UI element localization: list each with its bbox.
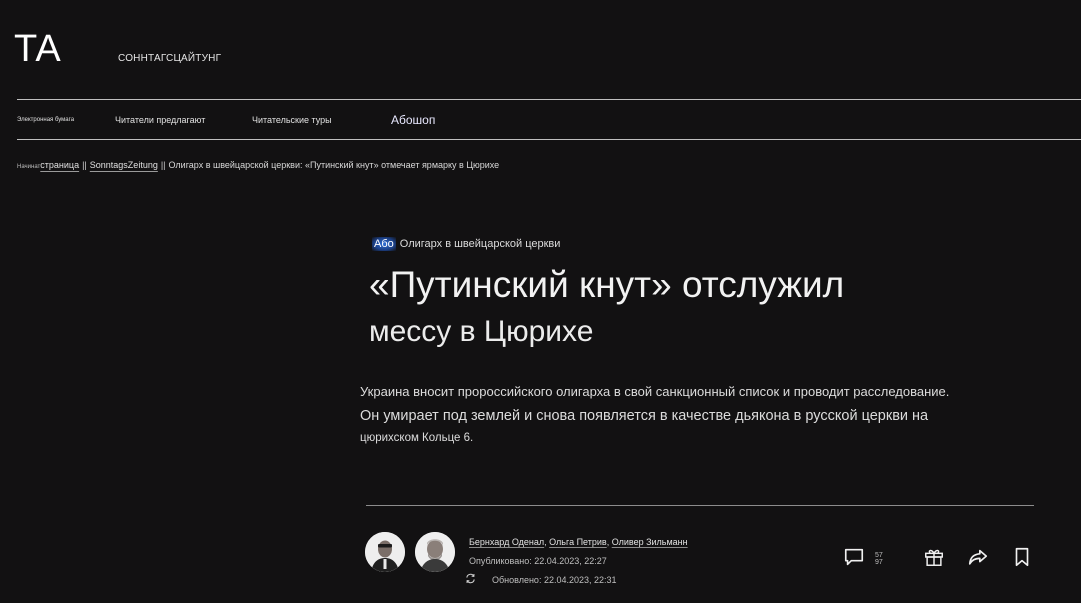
author-link[interactable]: Оливер Зильманн <box>612 537 688 547</box>
article-lead: Украина вносит пророссийского олигарха в… <box>360 384 1020 444</box>
updated-date: Обновлено: 22.04.2023, 22:31 <box>492 575 617 585</box>
comments-button[interactable]: 57 97 <box>843 546 883 572</box>
site-logo[interactable]: TA <box>14 30 62 68</box>
article-headline: «Путинский кнут» отслужил <box>369 264 845 305</box>
page: TA СОННТАГСЦАЙТУНГ Электронная бумага Чи… <box>0 0 1081 603</box>
lead-line: цюрихском Кольце 6. <box>360 432 474 444</box>
divider <box>17 139 1081 140</box>
gift-icon <box>923 546 945 573</box>
share-icon <box>967 546 989 573</box>
comment-count: 57 97 <box>875 552 883 566</box>
breadcrumb-start: Начинат <box>17 164 41 170</box>
article-headline-line2: мессу в Цюрихе <box>369 315 594 348</box>
author-avatar[interactable] <box>415 532 455 572</box>
refresh-icon <box>465 573 476 587</box>
published-date: Опубликовано: 22.04.2023, 22:27 <box>469 556 607 566</box>
author-link[interactable]: Бернхард Оденал <box>469 537 544 547</box>
author-avatar[interactable] <box>365 532 405 572</box>
nav-item-aboshop[interactable]: Абошоп <box>391 100 435 139</box>
bookmark-button[interactable] <box>1012 546 1032 572</box>
brand-name[interactable]: СОННТАГСЦАЙТУНГ <box>118 53 221 64</box>
lead-line: Украина вносит пророссийского олигарха в… <box>360 384 950 399</box>
divider <box>366 505 1034 506</box>
nav-item-readers-offers[interactable]: Читатели предлагают <box>115 100 205 139</box>
breadcrumb-section-link[interactable]: SonntagsZeitung <box>90 160 158 170</box>
breadcrumb: Начинат страница || SonntagsZeitung || О… <box>17 160 499 170</box>
gift-article-button[interactable] <box>923 546 945 572</box>
share-button[interactable] <box>967 546 989 572</box>
breadcrumb-current: Олигарх в швейцарской церкви: «Путинский… <box>168 160 500 170</box>
nav-item-epaper[interactable]: Электронная бумага <box>17 100 74 139</box>
author-link[interactable]: Ольга Петрив <box>549 537 607 547</box>
nav-item-readers-tours[interactable]: Читательские туры <box>252 100 332 139</box>
updated-date-row: Обновлено: 22.04.2023, 22:31 <box>465 573 617 587</box>
bookmark-icon <box>1012 546 1032 573</box>
breadcrumb-separator: || <box>82 160 87 170</box>
breadcrumb-separator: || <box>160 160 166 170</box>
kicker-text: Олигарх в швейцарской церкви <box>399 238 561 250</box>
lead-line: Он умирает под землей и снова появляется… <box>360 408 929 424</box>
article-kicker: Або Олигарх в швейцарской церкви <box>372 237 560 251</box>
author-photo-icon <box>415 532 455 572</box>
byline: Бернхард Оденал, Ольга Петрив, Оливер Зи… <box>469 537 688 547</box>
breadcrumb-home-link[interactable]: страница <box>40 160 79 170</box>
comment-icon <box>843 546 865 573</box>
main-nav: Электронная бумага Читатели предлагают Ч… <box>0 100 1081 139</box>
abo-badge: Або <box>372 237 396 251</box>
author-photo-icon <box>365 532 405 572</box>
